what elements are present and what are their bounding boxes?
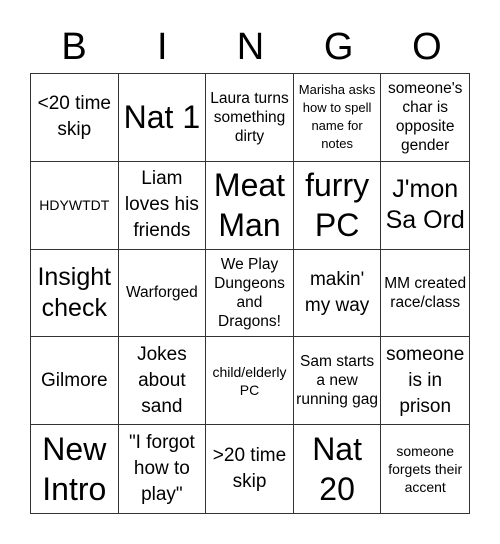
bingo-cell-text: New Intro	[42, 431, 107, 508]
bingo-cell[interactable]: Liam loves his friends	[118, 161, 207, 250]
bingo-cell-text: MM created race/class	[384, 274, 467, 311]
bingo-cell-text: furry PC	[305, 167, 370, 244]
bingo-cell-text: "I forgot how to play"	[128, 432, 195, 506]
bingo-cell-text: child/elderly PC	[212, 363, 287, 398]
bingo-card-grid: <20 time skip Nat 1 Laura turns something …	[30, 73, 470, 514]
bingo-cell-text: HDYWTDT	[39, 197, 110, 214]
header-letter: G	[323, 26, 354, 68]
bingo-cell-text: J'mon Sa Ord	[385, 175, 465, 235]
bingo-cell-text: someone's char is opposite gender	[387, 80, 463, 155]
bingo-cell[interactable]: Sam starts a new running gag	[293, 337, 382, 426]
bingo-cell-text: We Play Dungeons and Dragons!	[214, 255, 285, 330]
bingo-cell[interactable]: HDYWTDT	[31, 161, 119, 250]
bingo-cell-text: Insight check	[37, 262, 112, 322]
bingo-cell[interactable]: MM created race/class	[381, 250, 469, 338]
bingo-cell[interactable]: "I forgot how to play"	[119, 425, 207, 513]
bingo-cell[interactable]: someone's char is opposite gender	[381, 74, 469, 162]
bingo-cell[interactable]: <20 time skip	[31, 74, 119, 162]
bingo-cell-text: Sam starts a new running gag	[296, 353, 379, 409]
bingo-cell-text: >20 time skip	[212, 445, 287, 493]
bingo-cell[interactable]: someone is in prison	[381, 337, 469, 426]
bingo-cell[interactable]: Nat 1	[118, 74, 207, 162]
bingo-cell-text: Meat Man	[213, 167, 286, 244]
bingo-cell[interactable]: Gilmore	[31, 337, 119, 426]
bingo-cell[interactable]: makin' my way	[293, 249, 382, 338]
bingo-cell[interactable]: someone forgets their accent	[381, 425, 469, 513]
bingo-cell[interactable]: child/elderly PC	[206, 337, 294, 426]
header-letter: B	[61, 26, 87, 68]
bingo-cell[interactable]: Warforged	[118, 249, 207, 338]
bingo-cell[interactable]: Meat Man	[206, 161, 294, 250]
bingo-cell-text: someone is in prison	[386, 343, 465, 417]
bingo-cell-text: Marisha asks how to spell name for notes	[298, 82, 376, 152]
bingo-cell[interactable]: furry PC	[293, 161, 382, 250]
bingo-cell-text: Nat 20	[312, 431, 362, 508]
bingo-cell-text: Laura turns something dirty	[210, 89, 289, 145]
bingo-cell[interactable]: Jokes about sand	[118, 337, 207, 426]
bingo-cell[interactable]: Insight check	[31, 249, 119, 338]
bingo-cell[interactable]: We Play Dungeons and Dragons!	[206, 249, 294, 338]
bingo-cell[interactable]: J'mon Sa Ord	[381, 162, 469, 250]
bingo-cell[interactable]: Nat 20	[294, 425, 382, 513]
bingo-cell[interactable]: >20 time skip	[206, 425, 294, 513]
header-letter: I	[157, 26, 168, 68]
bingo-cell-text: someone forgets their accent	[388, 443, 463, 496]
bingo-cell-text: <20 time skip	[37, 93, 111, 141]
header-letter: O	[412, 26, 442, 68]
bingo-cell-text: makin' my way	[304, 268, 370, 316]
bingo-header: B I N G O	[30, 22, 471, 72]
bingo-cell-text: Nat 1	[123, 99, 201, 136]
bingo-cell-text: Gilmore	[41, 369, 108, 391]
bingo-cell-text: Warforged	[125, 284, 198, 302]
bingo-cell[interactable]: Laura turns something dirty	[206, 74, 294, 162]
header-letter: N	[236, 26, 265, 68]
bingo-cell[interactable]: New Intro	[31, 425, 119, 513]
bingo-cell-text: Jokes about sand	[137, 343, 187, 417]
bingo-cell-text: Liam loves his friends	[124, 168, 199, 242]
bingo-cell[interactable]: Marisha asks how to spell name for notes	[293, 74, 382, 162]
